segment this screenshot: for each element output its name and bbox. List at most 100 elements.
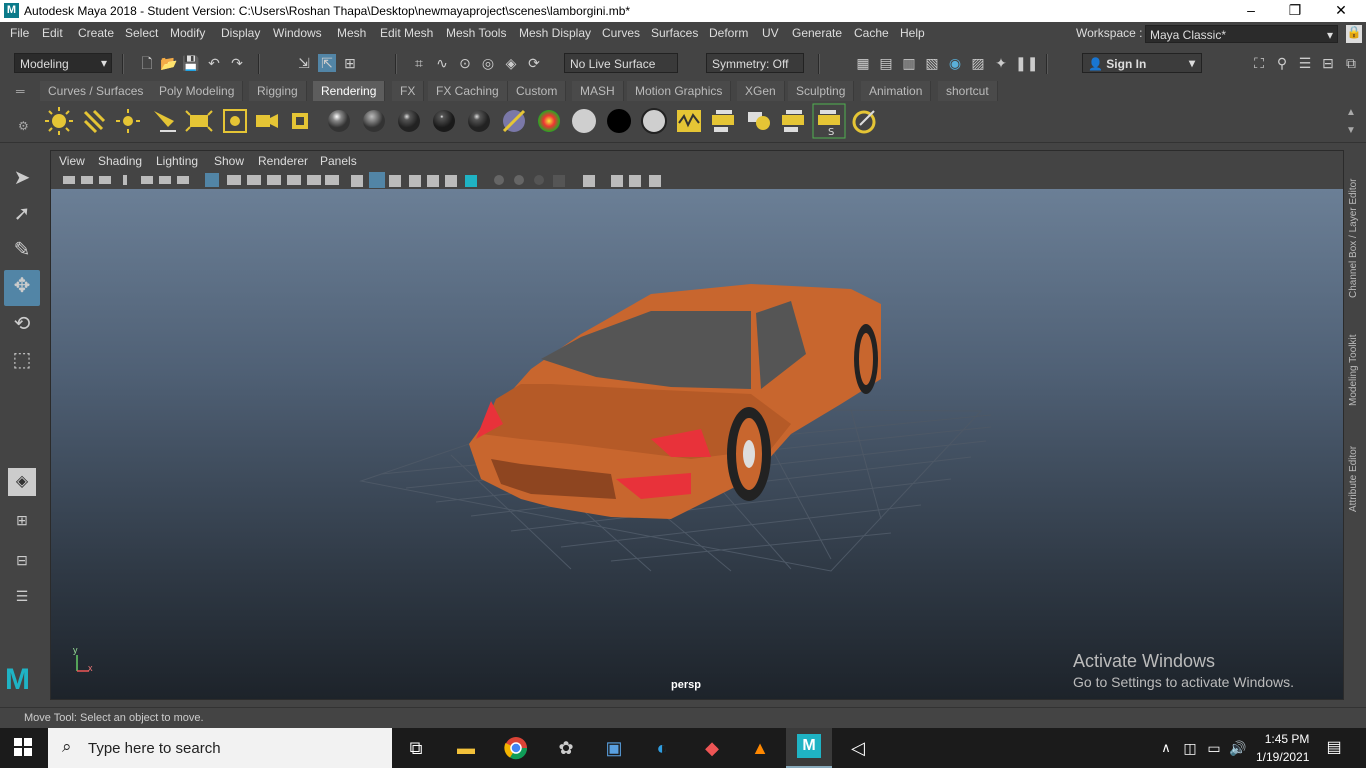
render-graph-icon[interactable]: [677, 110, 701, 132]
render-setup-icon[interactable]: ✦: [992, 54, 1010, 72]
restore-button[interactable]: ❐: [1272, 2, 1318, 19]
new-scene-icon[interactable]: 🗋: [138, 54, 156, 72]
camera-icon[interactable]: [256, 114, 278, 128]
wireframe-icon[interactable]: [351, 175, 363, 187]
tab-custom[interactable]: Custom: [508, 81, 567, 101]
scale-tool-icon[interactable]: ⬚: [6, 344, 38, 376]
remote-desktop-icon[interactable]: ▣: [600, 734, 628, 762]
film-gate-icon[interactable]: [227, 175, 241, 185]
volume-icon[interactable]: 🔊: [1224, 734, 1252, 762]
menu-generate[interactable]: Generate: [792, 26, 842, 40]
surface-shader-icon[interactable]: [572, 109, 596, 133]
panel-menu-renderer[interactable]: Renderer: [258, 154, 308, 168]
render-frame-icon[interactable]: ▦: [854, 54, 872, 72]
system-clock[interactable]: 1:45 PM 1/19/2021: [1256, 732, 1309, 764]
chrome-icon[interactable]: [502, 734, 530, 762]
field-chart-icon[interactable]: [287, 175, 301, 185]
tab-modeling-toolkit[interactable]: Modeling Toolkit: [1348, 316, 1364, 406]
image-plane-icon[interactable]: [123, 175, 127, 185]
menu-curves[interactable]: Curves: [602, 26, 640, 40]
volume-light-icon[interactable]: [223, 109, 247, 133]
shelf-menu-icon[interactable]: ═: [16, 84, 25, 98]
depth-of-field-icon[interactable]: [553, 175, 565, 187]
redo-icon[interactable]: ↷: [228, 54, 246, 72]
snap-curve-icon[interactable]: ∿: [433, 54, 451, 72]
menu-edit-mesh[interactable]: Edit Mesh: [380, 26, 433, 40]
panel-menu-panels[interactable]: Panels: [320, 154, 357, 168]
use-all-lights-icon[interactable]: [445, 175, 457, 187]
menu-mesh[interactable]: Mesh: [337, 26, 366, 40]
tab-attribute-editor[interactable]: Attribute Editor: [1348, 428, 1364, 512]
lock-icon[interactable]: 🔒: [1346, 25, 1362, 43]
gear-icon[interactable]: ⚙: [18, 119, 29, 133]
motion-blur-icon[interactable]: [514, 175, 524, 185]
file-explorer-icon[interactable]: ▬: [452, 734, 480, 762]
tab-rendering[interactable]: Rendering: [313, 81, 386, 101]
rotate-tool-icon[interactable]: ⟲: [6, 308, 38, 340]
spot-light-icon[interactable]: [154, 111, 176, 132]
symmetry-field[interactable]: Symmetry: Off: [706, 53, 804, 73]
single-perspective-layout-icon[interactable]: ◈: [8, 468, 36, 496]
grease-pencil-icon[interactable]: [141, 176, 153, 184]
layered-shader-icon[interactable]: [502, 109, 526, 133]
car-model[interactable]: [469, 284, 881, 519]
menu-surfaces[interactable]: Surfaces: [651, 26, 698, 40]
menu-mesh-tools[interactable]: Mesh Tools: [446, 26, 506, 40]
tab-fx[interactable]: FX: [392, 81, 425, 101]
xray-joints-icon[interactable]: [649, 175, 661, 187]
tab-sculpting[interactable]: Sculpting: [788, 81, 855, 101]
menu-create[interactable]: Create: [78, 26, 114, 40]
menu-help[interactable]: Help: [900, 26, 925, 40]
lambert-material-icon[interactable]: [363, 110, 385, 132]
tab-channel-box[interactable]: Channel Box / Layer Editor: [1348, 158, 1364, 298]
isolate-select-icon[interactable]: [583, 175, 595, 187]
menu-file[interactable]: File: [10, 26, 29, 40]
edge-icon[interactable]: ◐: [648, 734, 676, 762]
modeling-toolkit-toggle-icon[interactable]: ⛶: [1250, 54, 1268, 72]
snap-pivot-icon[interactable]: ⟳: [525, 54, 543, 72]
move-tool-icon[interactable]: ✥: [4, 270, 40, 306]
ipr-render-shelf-icon[interactable]: [748, 112, 770, 130]
ramp-shader-icon[interactable]: [538, 110, 560, 132]
bookmarks-icon[interactable]: [99, 176, 111, 184]
panel-menu-lighting[interactable]: Lighting: [156, 154, 198, 168]
shelf-scroll-up-icon[interactable]: ▲: [1346, 107, 1356, 118]
pause-icon[interactable]: ❚❚: [1015, 54, 1038, 72]
menu-mesh-display[interactable]: Mesh Display: [519, 26, 591, 40]
select-component-icon[interactable]: ⊞: [341, 54, 359, 72]
tab-poly-modeling[interactable]: Poly Modeling: [151, 81, 244, 101]
app-icon[interactable]: ◆: [698, 734, 726, 762]
sign-in-button[interactable]: 👤 Sign In ▾: [1082, 53, 1202, 73]
directional-light-icon[interactable]: [83, 109, 106, 134]
open-scene-icon[interactable]: 📂: [160, 54, 178, 72]
menu-windows[interactable]: Windows: [273, 26, 322, 40]
notifications-icon[interactable]: ▤: [1320, 734, 1348, 762]
perspective-viewport[interactable]: y x persp Activate Windows Go to Setting…: [51, 189, 1343, 699]
paint-select-tool-icon[interactable]: ✎: [6, 234, 38, 266]
menu-display[interactable]: Display: [221, 26, 260, 40]
tab-curves-surfaces[interactable]: Curves / Surfaces: [40, 81, 153, 101]
render-settings-icon[interactable]: ▧: [923, 54, 941, 72]
select-tool-icon[interactable]: ➤: [6, 162, 38, 194]
gate-mask-icon[interactable]: [267, 175, 281, 185]
tab-xgen[interactable]: XGen: [737, 81, 785, 101]
lasso-tool-icon[interactable]: ➚: [6, 198, 38, 230]
workspace-select[interactable]: Maya Classic* ▾: [1145, 25, 1338, 43]
batch-render-icon[interactable]: [782, 110, 804, 132]
blinn-material-icon[interactable]: [328, 110, 350, 132]
save-scene-icon[interactable]: 💾: [182, 54, 200, 72]
paint-app-icon[interactable]: ✿: [552, 734, 580, 762]
select-object-icon[interactable]: ⇱: [318, 54, 336, 72]
arnold-render-icon[interactable]: [852, 110, 876, 134]
outliner-icon[interactable]: ☰: [6, 580, 38, 612]
xray-active-icon[interactable]: [629, 175, 641, 187]
maya-taskbar-button[interactable]: M: [786, 728, 832, 768]
render-sequence-icon[interactable]: ▤: [877, 54, 895, 72]
camera-attributes-icon[interactable]: [81, 176, 93, 184]
vlc-icon[interactable]: ▲: [746, 734, 774, 762]
use-background-icon[interactable]: [607, 109, 631, 133]
safe-action-icon[interactable]: [307, 175, 321, 185]
anisotropic-material-icon[interactable]: [468, 110, 490, 132]
default-material-icon[interactable]: [409, 175, 421, 187]
safe-title-icon[interactable]: [325, 175, 339, 185]
